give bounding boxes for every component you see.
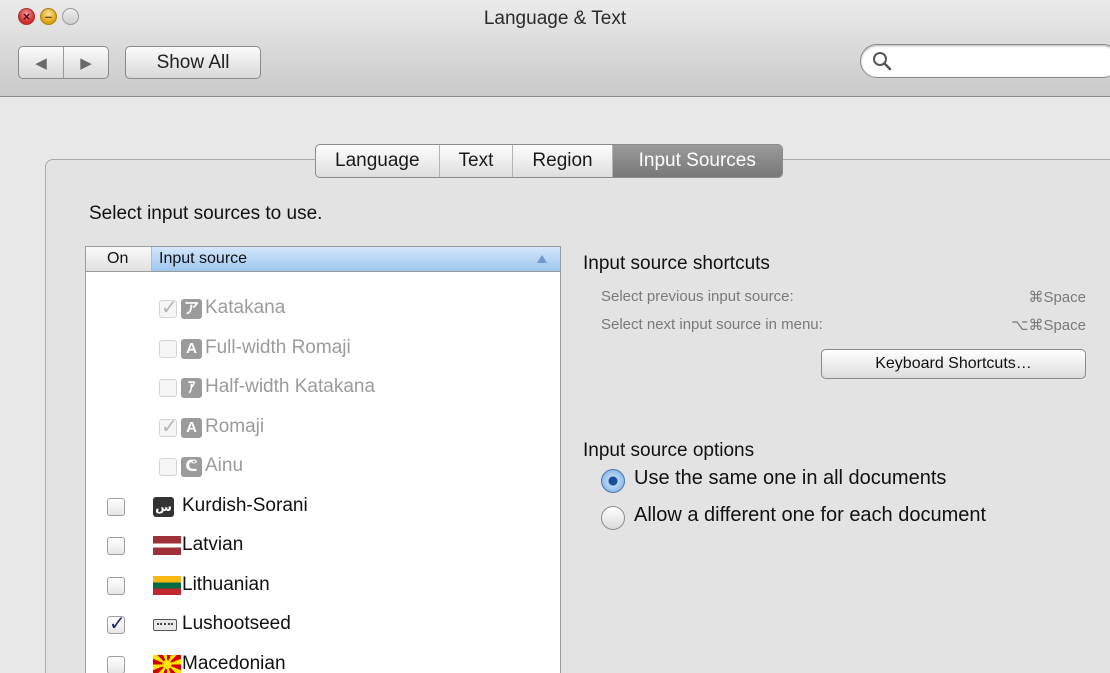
back-forward-control: ◀ ▶ xyxy=(18,46,109,79)
radio-different-document-label: Allow a different one for each document xyxy=(634,504,987,526)
input-source-label: Lithuanian xyxy=(182,573,270,595)
input-source-label: Lushootseed xyxy=(182,613,291,634)
list-item[interactable]: Latvian xyxy=(86,525,560,564)
input-source-checkbox[interactable] xyxy=(107,537,125,555)
input-source-label: Half-width Katakana xyxy=(205,376,376,397)
list-item[interactable]: ᕦ Ainu xyxy=(86,446,560,485)
input-source-checkbox: ✓ xyxy=(159,297,178,319)
keyboard-shortcuts-button[interactable]: Keyboard Shortcuts… xyxy=(821,349,1086,379)
previous-source-shortcut: ⌘Space xyxy=(1028,289,1086,306)
tab-input-sources[interactable]: Input Sources xyxy=(611,145,782,177)
macedonia-flag-icon xyxy=(153,654,181,673)
next-source-shortcut: ⌥⌘Space xyxy=(1011,317,1086,334)
input-source-label: Kurdish-Sorani xyxy=(182,494,308,516)
lithuania-flag-icon xyxy=(153,575,181,595)
input-source-label: Katakana xyxy=(205,297,286,318)
previous-source-label: Select previous input source: xyxy=(601,288,794,305)
input-source-checkbox xyxy=(159,458,177,476)
input-source-checkbox xyxy=(159,339,177,358)
input-source-checkbox[interactable] xyxy=(107,655,125,673)
list-item[interactable]: ✓ A Romaji xyxy=(86,407,560,446)
input-source-checkbox[interactable]: ✓ xyxy=(107,613,126,635)
column-header-input-source-label: Input source xyxy=(159,250,248,267)
chevron-right-icon: ▶ xyxy=(80,54,92,72)
input-source-checkbox: ✓ xyxy=(159,416,178,438)
list-item[interactable]: ｱ Half-width Katakana xyxy=(86,367,560,406)
checkmark-icon: ✓ xyxy=(161,415,178,438)
search-input[interactable] xyxy=(895,50,1095,72)
list-item[interactable]: ✓ ア Katakana xyxy=(86,288,560,327)
show-all-button[interactable]: Show All xyxy=(125,46,261,79)
sort-ascending-icon xyxy=(537,255,547,263)
title-bar: × – Language & Text ◀ ▶ Show All xyxy=(0,0,1110,97)
input-source-checkbox[interactable] xyxy=(107,497,125,516)
katakana-icon: ア xyxy=(181,299,202,319)
keyboard-icon xyxy=(153,619,177,631)
latvia-flag-icon xyxy=(153,536,181,555)
input-source-label: Macedonian xyxy=(182,652,286,673)
checkmark-icon: ✓ xyxy=(161,297,178,319)
options-title: Input source options xyxy=(583,440,755,461)
tab-text[interactable]: Text xyxy=(438,145,513,177)
input-source-label: Ainu xyxy=(205,455,244,476)
ainu-icon: ᕦ xyxy=(181,457,202,477)
search-icon xyxy=(873,52,892,71)
column-header-input-source[interactable]: Input source xyxy=(152,247,560,271)
next-source-label: Select next input source in menu: xyxy=(601,316,823,333)
tab-language[interactable]: Language xyxy=(316,145,439,177)
input-source-checkbox xyxy=(159,379,177,397)
kurdish-sorani-icon: س xyxy=(153,496,174,517)
input-source-list[interactable]: ✓ ア Katakana A Full-width Romaji ｱ Half-width … xyxy=(85,246,561,673)
radio-same-document-label: Use the same one in all documents xyxy=(634,467,947,489)
tab-region[interactable]: Region xyxy=(512,145,611,177)
shortcuts-title: Input source shortcuts xyxy=(583,253,770,274)
list-item[interactable]: A Full-width Romaji xyxy=(86,328,560,367)
list-item[interactable]: ✓ Lushootseed xyxy=(86,604,560,643)
list-item[interactable]: Macedonian xyxy=(86,644,560,673)
checkmark-icon: ✓ xyxy=(109,613,126,635)
romaji-icon: A xyxy=(181,417,202,438)
forward-button[interactable]: ▶ xyxy=(63,47,108,78)
input-source-label: Romaji xyxy=(205,415,265,437)
window-title: Language & Text xyxy=(483,8,627,29)
back-button[interactable]: ◀ xyxy=(19,47,63,78)
fullwidth-romaji-icon: A xyxy=(181,338,202,359)
list-item[interactable]: Lithuanian xyxy=(86,565,560,604)
column-header-on[interactable]: On xyxy=(86,247,152,271)
chevron-left-icon: ◀ xyxy=(35,54,47,72)
input-source-label: Full-width Romaji xyxy=(205,336,351,358)
input-source-checkbox[interactable] xyxy=(107,576,125,595)
instructions-label: Select input sources to use. xyxy=(89,203,323,224)
tab-bar: Language Text Region Input Sources xyxy=(315,144,783,178)
search-field[interactable] xyxy=(860,44,1110,78)
list-item[interactable]: س Kurdish-Sorani xyxy=(86,486,560,525)
halfwidth-katakana-icon: ｱ xyxy=(181,378,202,398)
input-source-label: Latvian xyxy=(182,534,244,555)
radio-same-document-button[interactable] xyxy=(601,469,625,493)
radio-different-document-button[interactable] xyxy=(601,506,625,530)
list-header: On Input source xyxy=(86,247,560,272)
